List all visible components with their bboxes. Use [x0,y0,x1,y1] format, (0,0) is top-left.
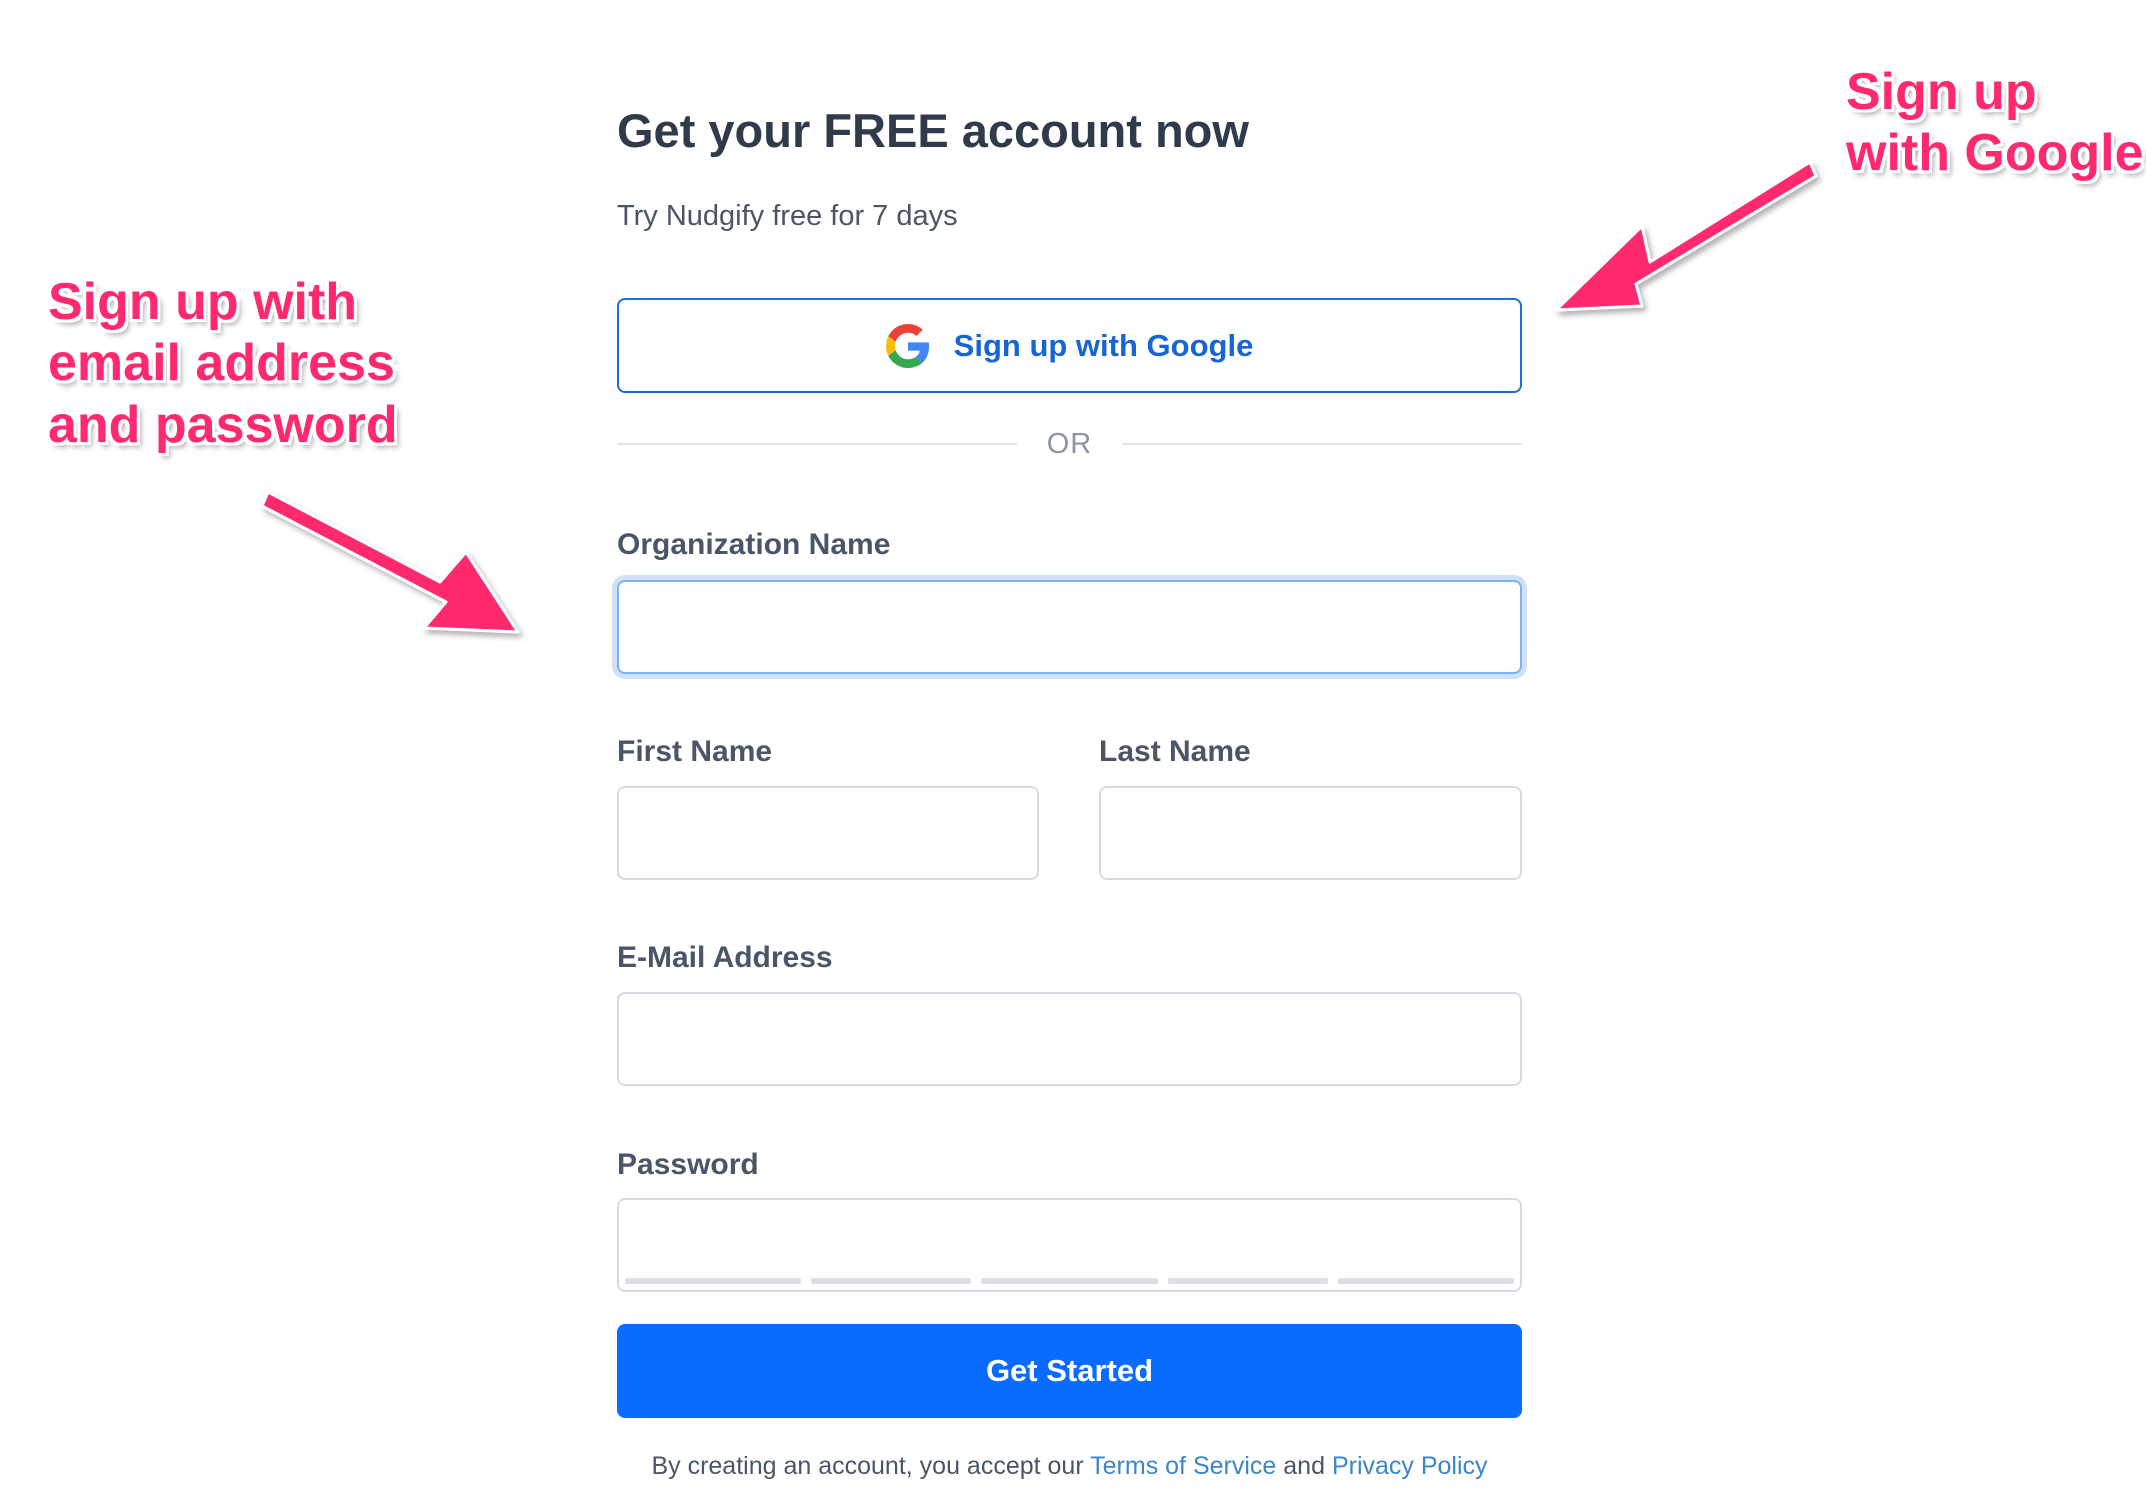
terms-notice: By creating an account, you accept our T… [617,1452,1522,1481]
email-label: E-Mail Address [617,941,833,974]
email-signup-callout: Sign up with email address and password [48,272,398,456]
strength-segment [811,1278,972,1284]
google-signup-button[interactable]: Sign up with Google [617,298,1522,393]
google-g-icon [885,323,930,368]
callout-line: with Google [1846,124,2144,183]
google-signup-callout: Sign up with Google [1846,62,2144,185]
terms-middle: and [1276,1452,1332,1480]
strength-segment [981,1278,1158,1284]
password-label: Password [617,1148,759,1181]
callout-line: email address [48,334,395,393]
terms-prefix: By creating an account, you accept our [651,1452,1091,1480]
strength-segment [1337,1278,1514,1284]
first-name-label: First Name [617,735,773,768]
password-field-wrapper [617,1198,1522,1292]
get-started-button[interactable]: Get Started [617,1324,1522,1418]
password-strength-meter [625,1278,1514,1284]
google-signup-label: Sign up with Google [953,327,1254,363]
last-name-input[interactable] [1099,786,1522,880]
page-subtitle: Try Nudgify free for 7 days [617,200,958,232]
callout-line: Sign up [1846,63,2037,121]
divider-line [617,443,1017,445]
or-divider: OR [617,424,1522,464]
callout-line: and password [48,395,398,454]
divider-line [1122,443,1522,445]
organization-name-input[interactable] [617,580,1522,674]
terms-of-service-link[interactable]: Terms of Service [1090,1452,1276,1480]
privacy-policy-link[interactable]: Privacy Policy [1332,1452,1488,1480]
last-name-label: Last Name [1099,735,1251,768]
organization-name-label: Organization Name [617,528,891,561]
strength-segment [1167,1278,1328,1284]
first-name-input[interactable] [617,786,1039,880]
email-input[interactable] [617,992,1522,1086]
callout-line: Sign up with [48,273,358,331]
strength-segment [625,1278,802,1284]
divider-or-text: OR [1046,427,1093,460]
page-title: Get your FREE account now [617,104,1249,157]
